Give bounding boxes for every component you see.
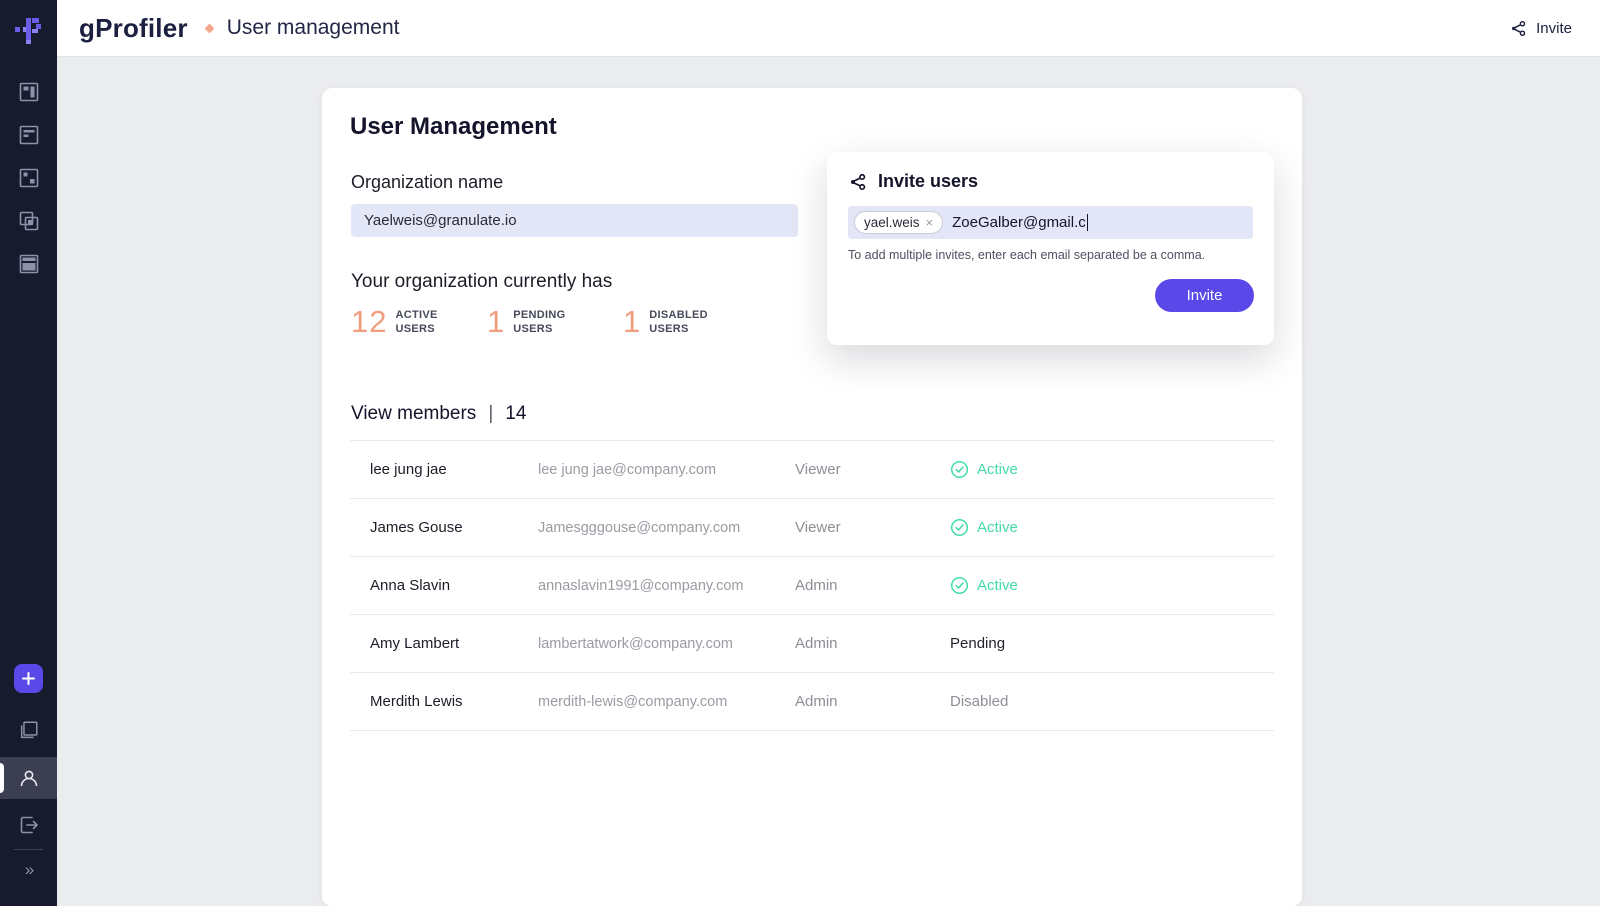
share-icon <box>851 173 866 190</box>
member-status: Pending <box>950 635 1005 652</box>
organization-name-label: Organization name <box>351 172 504 192</box>
member-status: Active <box>950 576 1018 595</box>
stat-label: DISABLED USERS <box>649 308 708 335</box>
stat-value: 1 <box>623 304 642 339</box>
chip-remove-icon[interactable]: × <box>926 215 934 230</box>
status-check-icon <box>950 460 969 479</box>
report-icon[interactable] <box>0 113 57 157</box>
sidebar: » <box>0 0 57 906</box>
page-title: User Management <box>350 113 557 140</box>
stat-active-users: 12 ACTIVE USERS <box>351 304 487 340</box>
member-email: lambertatwork@company.com <box>538 635 733 652</box>
invite-email-input[interactable]: yael.weis × ZoeGalber@gmail.c <box>848 206 1253 239</box>
stat-value: 12 <box>351 304 388 339</box>
top-header: gProfiler User management Invite <box>57 0 1600 57</box>
member-status: Active <box>950 518 1018 537</box>
member-status-label: Active <box>977 519 1018 536</box>
member-name: Anna Slavin <box>370 577 451 594</box>
gprofiler-logo-icon[interactable] <box>0 0 57 57</box>
logout-icon[interactable] <box>0 803 57 847</box>
stat-disabled-users: 1 DISABLED USERS <box>623 304 759 340</box>
member-email: merdith-lewis@company.com <box>538 693 728 710</box>
copy-icon[interactable] <box>0 708 57 752</box>
status-check-icon <box>950 518 969 537</box>
member-role: Admin <box>795 693 838 710</box>
table-row[interactable]: Anna Slavin annaslavin1991@company.com A… <box>350 557 1274 615</box>
member-email: Jamesgggouse@company.com <box>538 519 741 536</box>
table-row[interactable]: Merdith Lewis merdith-lewis@company.com … <box>350 673 1274 731</box>
dashboard-icon[interactable] <box>0 70 57 114</box>
member-name: James Gouse <box>370 519 463 536</box>
text-cursor <box>1086 214 1088 231</box>
sidebar-item-users[interactable] <box>0 757 57 799</box>
invite-submit-button[interactable]: Invite <box>1155 279 1254 312</box>
email-chip: yael.weis × <box>854 211 944 234</box>
stat-label: PENDING USERS <box>513 308 566 335</box>
table-row[interactable]: Amy Lambert lambertatwork@company.com Ad… <box>350 615 1274 673</box>
header-invite-button[interactable]: Invite <box>1509 19 1572 38</box>
invite-users-card: Invite users yael.weis × ZoeGalber@gmail… <box>827 152 1274 345</box>
status-check-icon <box>950 576 969 595</box>
header-invite-label: Invite <box>1536 19 1572 37</box>
members-count-divider: | <box>488 403 494 424</box>
stats-heading: Your organization currently has <box>351 271 613 292</box>
stat-label: ACTIVE USERS <box>395 308 438 335</box>
member-role: Admin <box>795 635 838 652</box>
member-status: Active <box>950 460 1018 479</box>
members-table: lee jung jae lee jung jae@company.com Vi… <box>350 440 1274 731</box>
member-name: lee jung jae <box>370 461 447 478</box>
share-icon <box>1512 20 1526 36</box>
app-root: » gProfiler User management Invite User … <box>0 0 1600 906</box>
brand-logo-text: gProfiler <box>79 12 188 43</box>
stat-pending-users: 1 PENDING USERS <box>487 304 623 340</box>
member-email: lee jung jae@company.com <box>538 461 717 478</box>
stat-value: 1 <box>487 304 506 339</box>
compare-icon[interactable] <box>0 199 57 243</box>
table-row[interactable]: James Gouse Jamesgggouse@company.com Vie… <box>350 499 1274 557</box>
members-count: 14 <box>505 403 527 424</box>
member-email: annaslavin1991@company.com <box>538 577 744 594</box>
table-view-icon[interactable] <box>0 242 57 286</box>
stats-row: 12 ACTIVE USERS 1 PENDING USERS 1 DISABL… <box>351 304 759 340</box>
sidebar-collapse-chevrons-icon[interactable]: » <box>0 855 57 885</box>
add-icon[interactable] <box>14 664 43 693</box>
flamegraph-icon[interactable] <box>0 156 57 200</box>
invite-input-value: ZoeGalber@gmail.c <box>952 214 1086 231</box>
member-status-label: Active <box>977 461 1018 478</box>
brand-separator-diamond-icon <box>204 23 215 33</box>
member-role: Admin <box>795 577 838 594</box>
member-role: Viewer <box>795 519 841 536</box>
member-status-label: Disabled <box>950 693 1009 710</box>
table-row[interactable]: lee jung jae lee jung jae@company.com Vi… <box>350 441 1274 499</box>
member-name: Amy Lambert <box>370 635 460 652</box>
profile-icon <box>0 756 57 800</box>
member-status-label: Pending <box>950 635 1006 652</box>
invite-helper-text: To add multiple invites, enter each emai… <box>848 248 1206 262</box>
member-role: Viewer <box>795 461 841 478</box>
breadcrumb-page-title: User management <box>226 16 400 39</box>
member-name: Merdith Lewis <box>370 693 463 710</box>
view-members-heading: View members | 14 <box>351 403 527 424</box>
member-status: Disabled <box>950 693 1008 710</box>
member-status-label: Active <box>977 577 1018 594</box>
organization-name-input[interactable] <box>351 204 798 237</box>
sidebar-divider <box>14 849 43 850</box>
email-chip-label: yael.weis <box>864 215 920 230</box>
invite-users-title: Invite users <box>848 171 978 192</box>
